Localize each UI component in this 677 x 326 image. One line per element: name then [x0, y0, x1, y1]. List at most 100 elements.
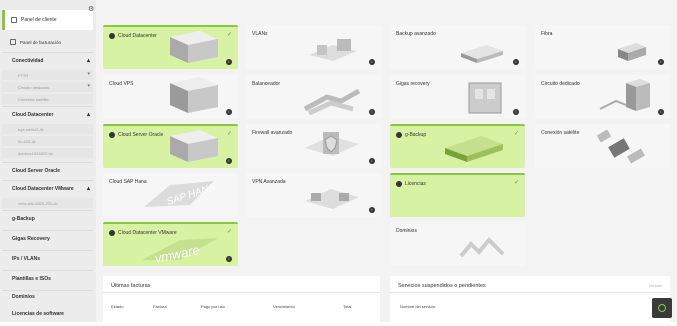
chevron-up-icon: ▴ [86, 112, 90, 118]
invoices-panel: Últimas facturas Estado Factura Pago por… [103, 276, 380, 326]
sidebar-subitem-dc3[interactable]: dcmbvc1934322-dc [2, 148, 93, 158]
info-icon[interactable]: i [513, 59, 519, 65]
tile-circuito-dedicado[interactable]: Circuito dedicado i [535, 75, 670, 119]
drive-illustration [445, 136, 503, 162]
column-header: Nombre del servicio [400, 304, 436, 309]
tile-cloud-datacenter[interactable]: Cloud Datacenter ✓ i [103, 25, 238, 69]
info-icon[interactable]: i [658, 109, 664, 115]
subitem-label: dcmbvc1934322-dc [18, 150, 53, 156]
sidebar: Panel de cliente ⚙ Panel de facturación … [0, 0, 96, 322]
info-icon[interactable]: i [226, 158, 232, 164]
subitem-label: bge-mbh42-dc [18, 126, 44, 132]
tile-vlans[interactable]: VLANs i [246, 25, 381, 69]
divider [2, 250, 93, 251]
tile-backup-avanzado[interactable]: Backup avanzado i [390, 25, 525, 69]
sidebar-item-g-backup[interactable]: g-Backup [2, 212, 93, 226]
view-all-link[interactable]: Ver todo [649, 284, 662, 288]
tile-licencias[interactable]: Licencias ✓ [390, 173, 525, 217]
item-label: Cloud Server Oracle [12, 168, 61, 174]
sidebar-item-label: Panel de cliente [21, 17, 57, 23]
divider [2, 106, 93, 107]
item-label: g-Backup [12, 216, 35, 222]
info-icon[interactable]: i [226, 256, 232, 262]
invoice-icon [10, 39, 16, 45]
sidebar-subitem-vmw[interactable]: vmw-vdc-4820-201-dc [2, 198, 93, 208]
info-icon[interactable]: i [226, 59, 232, 65]
divider [2, 52, 93, 53]
sidebar-subitem-satelite[interactable]: Conexión satélite [2, 94, 93, 104]
server-illustration [170, 77, 218, 113]
server-illustration [170, 130, 218, 162]
divider [103, 292, 380, 293]
section-label: Conectividad [12, 58, 44, 64]
sidebar-subitem-dc1[interactable]: bge-mbh42-dc [2, 124, 93, 134]
sidebar-item-gigas-recovery[interactable]: Gigas Recovery [2, 232, 93, 246]
divider [2, 162, 93, 163]
check-icon: ✓ [513, 180, 519, 186]
tile-g-backup[interactable]: g-Backup ✓ [390, 124, 525, 168]
chevron-down-icon: ▾ [87, 83, 90, 89]
tile-conexion-satelite[interactable]: Conexión satélite [535, 124, 670, 168]
drive-illustration [461, 45, 503, 63]
info-icon[interactable]: i [369, 59, 375, 65]
tile-vpn-avanzada[interactable]: VPN Avanzada i [246, 173, 381, 217]
sidebar-item-panel-cliente[interactable]: Panel de cliente [2, 10, 93, 30]
tile-label: Cloud Datacenter [118, 33, 157, 39]
item-label: Licencias de software [12, 311, 64, 317]
tile-dominios[interactable]: Dominios [390, 222, 525, 266]
tile-firewall-avanzado[interactable]: Firewall avanzado i [246, 124, 381, 168]
services-panel: Servicios suspendidos o pendientes Ver t… [390, 276, 670, 326]
tile-gigas-recovery[interactable]: Gigas recovery i [390, 75, 525, 119]
info-icon[interactable]: i [369, 158, 375, 164]
firewall-illustration [305, 132, 359, 156]
chevron-down-icon: ▾ [87, 71, 90, 77]
divider [390, 292, 670, 293]
tile-label: Cloud Server Oracle [118, 132, 164, 138]
check-icon: ✓ [226, 229, 232, 235]
chat-icon [658, 304, 666, 312]
info-icon[interactable]: i [658, 59, 664, 65]
sidebar-section-conectividad[interactable]: Conectividad ▴ [2, 54, 93, 68]
gear-icon[interactable]: ⚙ [88, 6, 95, 13]
sidebar-section-vmware[interactable]: Cloud Datacenter VMware ▴ [2, 182, 93, 196]
tile-cloud-sap-hana[interactable]: Cloud SAP Hana SAP HANA [103, 173, 238, 217]
sidebar-item-cloud-server-oracle[interactable]: Cloud Server Oracle [2, 164, 93, 178]
info-icon[interactable]: i [513, 109, 519, 115]
tile-cloud-server-oracle[interactable]: Cloud Server Oracle ✓ i [103, 124, 238, 168]
section-label: Cloud Datacenter VMware [12, 186, 74, 192]
tile-label: g-Backup [405, 132, 427, 138]
tile-balanceador[interactable]: Balanceador i [246, 75, 381, 119]
sidebar-item-panel-facturacion[interactable]: Panel de facturación [2, 34, 93, 50]
divider [2, 270, 93, 271]
info-icon[interactable]: i [369, 207, 375, 213]
sidebar-subitem-dc2[interactable]: dc-403-dc [2, 136, 93, 146]
tile-cloud-vps[interactable]: Cloud VPS i [103, 75, 238, 119]
tile-label: Cloud VPS [109, 81, 134, 87]
tile-cloud-datacenter-vmware[interactable]: Cloud Datacenter VMware ✓ vmware i [103, 222, 238, 266]
sidebar-item-licencias[interactable]: Licencias de software [2, 307, 93, 321]
sidebar-item-plantillas[interactable]: Plantillas e ISOs [2, 272, 93, 286]
sidebar-section-cloud-datacenter[interactable]: Cloud Datacenter ▴ [2, 108, 93, 122]
divider [2, 210, 93, 211]
info-icon[interactable]: i [369, 109, 375, 115]
info-icon[interactable]: i [226, 109, 232, 115]
column-header: Factura [153, 304, 167, 309]
tile-label: Conexión satélite [541, 130, 580, 136]
chevron-up-icon: ▴ [86, 186, 90, 192]
divider [2, 230, 93, 231]
chat-button[interactable] [652, 298, 672, 318]
sidebar-item-ips-vlans[interactable]: IPs / VLANs [2, 252, 93, 266]
panel-title: Últimas facturas [111, 283, 151, 289]
tile-label: Firewall avanzado [252, 130, 293, 136]
satellite-illustration [596, 129, 645, 164]
sap-hana-illustration: SAP HANA [144, 181, 217, 208]
tile-label: Dominios [396, 228, 417, 234]
sidebar-item-dominios[interactable]: Dominios [2, 290, 93, 304]
tile-label: Fibra [541, 31, 553, 37]
sidebar-subitem-ftth[interactable]: FTTH ▾ [2, 70, 93, 80]
panel-title: Servicios suspendidos o pendientes [398, 283, 486, 289]
sidebar-subitem-circuito[interactable]: Circuito dedicado ▾ [2, 82, 93, 92]
recovery-illustration [468, 82, 502, 114]
tile-fibra[interactable]: Fibra i [535, 25, 670, 69]
subitem-label: Conexión satélite [18, 96, 49, 102]
